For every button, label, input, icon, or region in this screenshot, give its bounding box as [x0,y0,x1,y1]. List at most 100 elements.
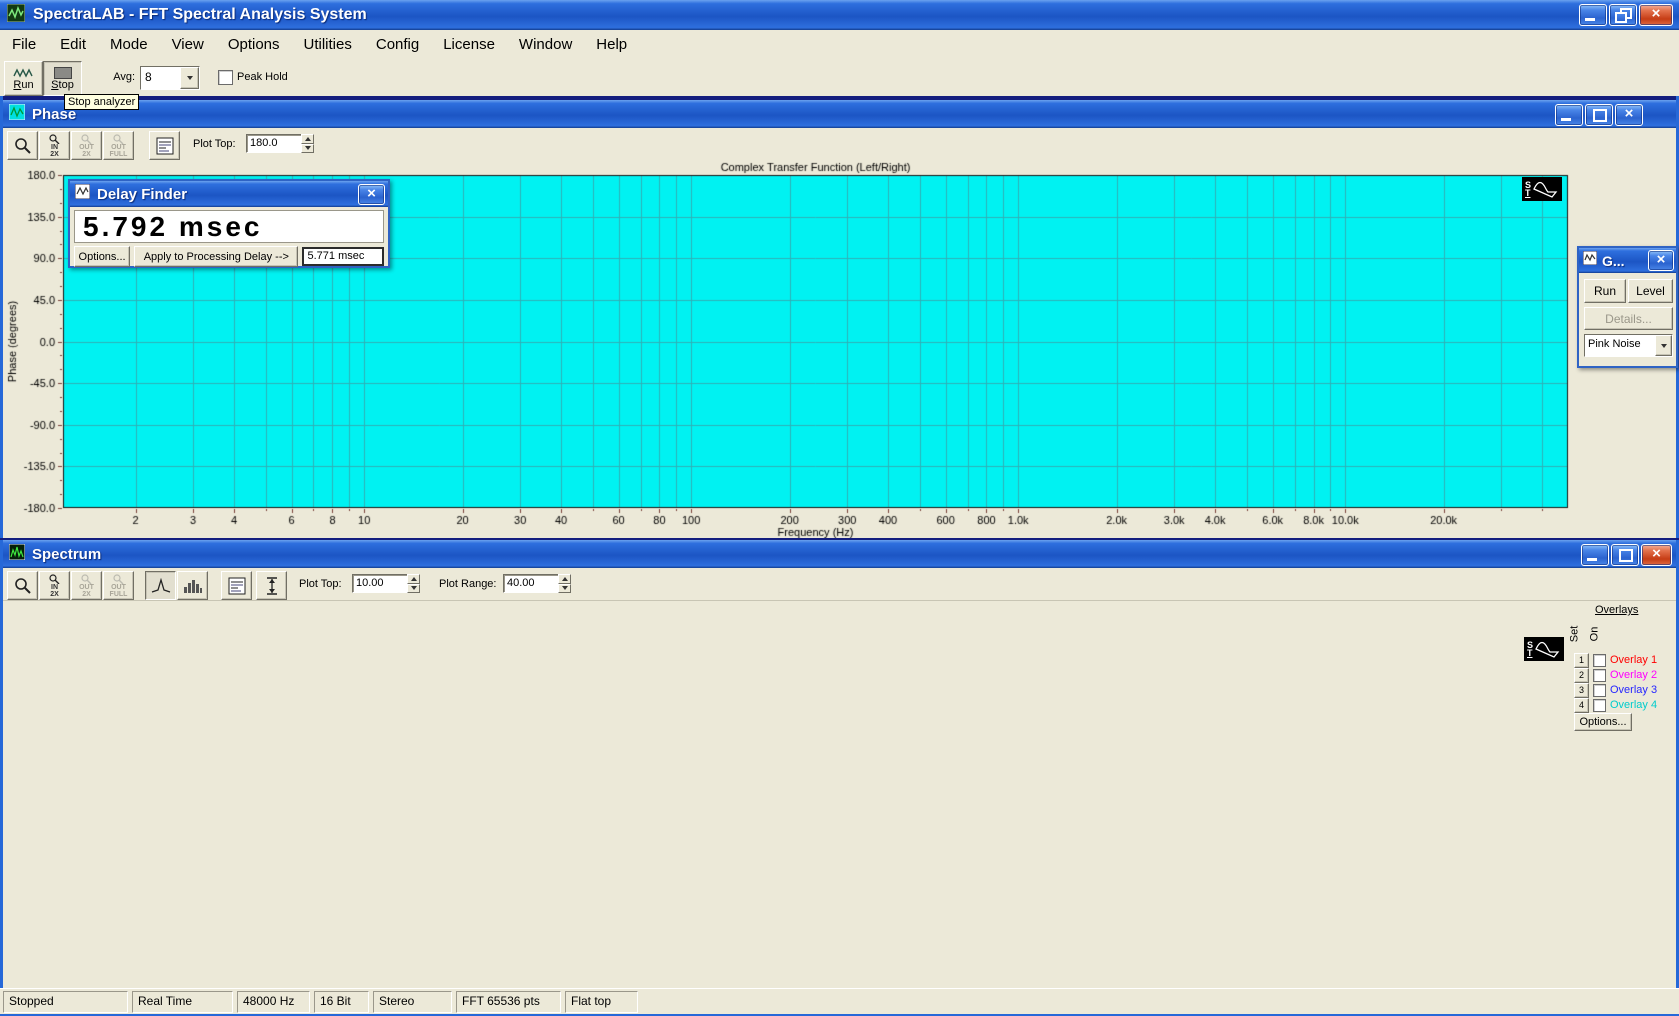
phase-generator-status-icon: ST [1522,177,1562,201]
overlays-on-label: On [1588,627,1600,642]
phase-zoom-in-2x-button[interactable]: IN 2X [39,131,70,160]
delay-finder-close-button[interactable]: × [358,184,385,205]
status-panel-1: Real Time [132,991,233,1013]
generator-window-icon [1583,251,1597,270]
spinner-down-icon[interactable] [407,584,420,594]
menu-item-options[interactable]: Options [216,30,292,59]
generator-level-button[interactable]: Level [1628,279,1673,303]
delay-finder-title: Delay Finder [97,186,187,203]
menu-item-window[interactable]: Window [507,30,584,59]
main-titlebar: SpectraLAB - FFT Spectral Analysis Syste… [0,0,1679,30]
delay-options-button[interactable]: Options... [74,246,130,267]
zoom-out-label: OUT [79,144,94,151]
spectrum-chart-canvas[interactable] [3,600,1676,988]
overlay-label-2: Overlay 2 [1610,669,1657,681]
stop-button[interactable]: Stop [43,61,82,96]
spectrum-line-plot-button[interactable] [145,571,176,600]
menu-item-config[interactable]: Config [364,30,431,59]
spectrum-plot-top-label: Plot Top: [299,578,342,590]
spinner-down-icon[interactable] [558,584,571,594]
status-panel-2: 48000 Hz [237,991,310,1013]
spinner-up-icon[interactable] [558,574,571,584]
delay-msec-field[interactable]: 5.771 msec [302,247,384,266]
spectrum-minimize-button[interactable] [1581,544,1609,566]
spectrum-toolbar: IN 2X OUT 2X OUT FULL Plot Top: 10.00 [3,568,1676,601]
overlay-checkbox-4[interactable] [1593,699,1606,712]
spectrum-plot-range-spinner[interactable] [558,574,571,593]
spinner-down-icon[interactable] [301,144,314,154]
spectrum-properties-button[interactable] [221,571,252,600]
phase-close-button[interactable]: × [1615,104,1643,126]
close-icon: × [359,185,384,204]
spectrum-maximize-button[interactable] [1611,544,1639,566]
spectrum-autoscale-button[interactable] [256,571,287,600]
spinner-up-icon[interactable] [407,574,420,584]
overlay-checkbox-2[interactable] [1593,669,1606,682]
app-icon [7,4,25,27]
spectrum-plot-top-spinner[interactable] [407,574,420,593]
menu-item-mode[interactable]: Mode [98,30,160,59]
spectrum-zoom-out-2x-button[interactable]: OUT 2X [71,571,102,600]
main-toolbar: Run Stop Avg: 8 Peak Hold [0,59,1679,96]
menubar: FileEditModeViewOptionsUtilitiesConfigLi… [0,30,1679,60]
overlay-checkbox-1[interactable] [1593,654,1606,667]
phase-plot-top-spinner[interactable] [301,134,314,153]
peak-hold-checkbox[interactable] [218,70,233,85]
avg-dropdown-button[interactable] [180,67,199,89]
overlay-row-1: 1Overlay 1 [1574,653,1657,667]
overlay-set-button-4[interactable]: 4 [1574,698,1589,713]
menu-item-view[interactable]: View [160,30,216,59]
generator-close-button[interactable]: × [1648,250,1674,271]
spectrum-bar-plot-button[interactable] [177,571,208,600]
menu-item-utilities[interactable]: Utilities [292,30,364,59]
spectrum-zoom-button[interactable] [7,571,38,600]
overlay-checkbox-3[interactable] [1593,684,1606,697]
apply-processing-delay-button[interactable]: Apply to Processing Delay --> [134,246,298,267]
menu-item-file[interactable]: File [0,30,48,59]
phase-zoom-out-2x-button[interactable]: OUT 2X [71,131,102,160]
spectrum-zoom-in-2x-button[interactable]: IN 2X [39,571,70,600]
delay-value-panel: 5.792 msec [74,210,384,243]
generator-signal-combobox[interactable]: Pink Noise [1584,334,1673,357]
properties-icon [228,577,246,595]
properties-icon [156,137,174,155]
generator-window-title: G... [1602,253,1625,269]
phase-maximize-button[interactable] [1585,104,1613,126]
generator-signal-dropdown-button[interactable] [1655,335,1672,356]
overlays-heading: Overlays [1595,604,1638,616]
minimize-button[interactable] [1579,4,1607,26]
phase-plot-top-field[interactable]: 180.0 [246,134,302,153]
menu-item-license[interactable]: License [431,30,507,59]
phase-minimize-button[interactable] [1555,104,1583,126]
magnifier-icon [81,574,93,584]
phase-zoom-full-button[interactable]: OUT FULL [103,131,134,160]
spectrum-close-button[interactable]: × [1641,544,1672,566]
overlay-set-button-3[interactable]: 3 [1574,683,1589,698]
spectrum-plot-top-field[interactable]: 10.00 [352,574,408,593]
app-window: SpectraLAB - FFT Spectral Analysis Syste… [0,0,1679,1016]
magnifier-icon [113,134,125,144]
delay-finder-icon [75,184,90,204]
restore-button[interactable] [1609,4,1637,26]
overlays-options-button[interactable]: Options... [1574,713,1632,731]
close-button[interactable]: × [1639,4,1673,26]
spectrum-zoom-full-button[interactable]: OUT FULL [103,571,134,600]
overlays-set-label: Set [1568,626,1580,643]
delay-finder-titlebar: Delay Finder × [70,181,388,207]
phase-window-icon [9,104,25,125]
menu-item-edit[interactable]: Edit [48,30,98,59]
overlay-set-button-2[interactable]: 2 [1574,668,1589,683]
run-button[interactable]: Run [4,61,43,96]
overlay-set-button-1[interactable]: 1 [1574,653,1589,668]
spectrum-plot-range-field[interactable]: 40.00 [503,574,559,593]
peak-hold-label: Peak Hold [237,71,288,83]
generator-run-button[interactable]: Run [1584,279,1626,303]
generator-details-button[interactable]: Details... [1584,307,1673,330]
menu-item-help[interactable]: Help [584,30,639,59]
phase-properties-button[interactable] [149,131,180,160]
avg-combobox[interactable]: 8 [140,66,200,90]
phase-zoom-button[interactable] [7,131,38,160]
zoom-full-label: OUT [111,144,126,151]
magnifier-icon [14,137,32,155]
spinner-up-icon[interactable] [301,134,314,144]
